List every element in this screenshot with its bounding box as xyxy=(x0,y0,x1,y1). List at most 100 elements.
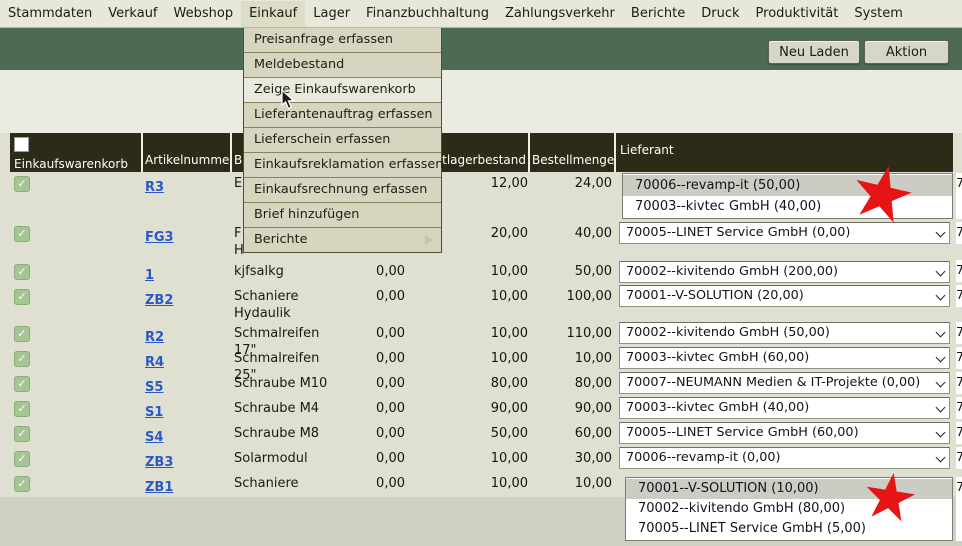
order-qty-cell: 10,00 xyxy=(530,472,616,546)
menu-item-label: Zeige Einkaufswarenkorb xyxy=(254,82,416,97)
menu-item-label: Einkaufsreklamation erfassen xyxy=(254,157,443,172)
clipped-edge-content: 70006--revamp-it (0,00) xyxy=(956,447,962,469)
supplier-option[interactable]: 70001--V-SOLUTION (10,00) xyxy=(626,479,952,499)
row-checkbox[interactable]: ✓ xyxy=(14,176,30,192)
supplier-select-value: 70003--kivtec GmbH (40,00) xyxy=(626,400,809,415)
menu-item-einkaufsreklamation-erfassen[interactable]: Einkaufsreklamation erfassen xyxy=(244,153,441,178)
supplier-select[interactable]: 70005--LINET Service GmbH (0,00) xyxy=(619,222,950,244)
description-line: Schraube M10 xyxy=(234,375,330,392)
supplier-option[interactable]: 70006--revamp-it (50,00) xyxy=(623,175,952,196)
supplier-select[interactable]: 70003--kivtec GmbH (40,00) xyxy=(619,397,950,419)
menubar-item-berichte[interactable]: Berichte xyxy=(623,1,693,27)
supplier-select[interactable]: 70001--V-SOLUTION (20,00) xyxy=(619,285,950,307)
chevron-down-icon xyxy=(936,328,946,338)
menubar-item-stammdaten[interactable]: Stammdaten xyxy=(0,1,100,27)
description-line: Schaniere xyxy=(234,288,330,305)
clipped-edge-content: 70002--kivitendo GmbH (200,00) xyxy=(956,260,962,282)
row-checkbox[interactable]: ✓ xyxy=(14,226,30,242)
clipped-edge-content: 70001--V-SOLUTION (20,00) xyxy=(956,285,962,307)
col-lieferant: Lieferant xyxy=(616,133,953,172)
menubar-item-lager[interactable]: Lager xyxy=(305,1,358,27)
menu-item-berichte[interactable]: Berichte xyxy=(244,228,441,252)
menubar-item-webshop[interactable]: Webshop xyxy=(166,1,242,27)
supplier-select[interactable]: 70007--NEUMANN Medien & IT-Projekte (0,0… xyxy=(619,372,950,394)
row-checkbox[interactable]: ✓ xyxy=(14,401,30,417)
submenu-arrow-icon xyxy=(425,235,433,245)
menubar-item-finanzbuchhaltung[interactable]: Finanzbuchhaltung xyxy=(358,1,497,27)
row-checkbox[interactable]: ✓ xyxy=(14,451,30,467)
order-qty-cell: 24,00 xyxy=(530,172,616,222)
menubar-item-zahlungsverkehr[interactable]: Zahlungsverkehr xyxy=(497,1,623,27)
supplier-open-list[interactable]: 70001--V-SOLUTION (10,00)70002--kivitend… xyxy=(625,477,953,541)
article-link[interactable]: FG3 xyxy=(145,230,174,245)
menubar-item-einkauf[interactable]: Einkauf xyxy=(241,1,305,27)
description-cell: Solarmodul xyxy=(232,447,330,472)
menu-item-label: Einkaufsrechnung erfassen xyxy=(254,182,427,197)
supplier-select[interactable]: 70005--LINET Service GmbH (60,00) xyxy=(619,422,950,444)
supplier-open-list[interactable]: 70006--revamp-it (50,00)70003--kivtec Gm… xyxy=(622,173,953,219)
article-link[interactable]: R3 xyxy=(145,180,164,195)
menubar-item-produktivität[interactable]: Produktivität xyxy=(748,1,847,27)
reload-button[interactable]: Neu Laden xyxy=(768,40,860,64)
supplier-select[interactable]: 70003--kivtec GmbH (60,00) xyxy=(619,347,950,369)
action-button[interactable]: Aktion xyxy=(864,40,949,64)
select-all-checkbox[interactable] xyxy=(14,137,29,152)
supplier-cell: 70005--LINET Service GmbH (0,00) xyxy=(616,222,953,260)
description-line: Schaniere xyxy=(234,475,330,492)
cart-cell: ✓ xyxy=(10,222,143,260)
row-checkbox[interactable]: ✓ xyxy=(14,351,30,367)
stock-cell: 80,00 xyxy=(410,372,530,397)
menu-item-lieferantenauftrag-erfassen[interactable]: Lieferantenauftrag erfassen xyxy=(244,103,441,128)
chevron-down-icon xyxy=(936,403,946,413)
supplier-option[interactable]: 70002--kivitendo GmbH (80,00) xyxy=(626,499,952,519)
supplier-option[interactable]: 70005--LINET Service GmbH (5,00) xyxy=(626,519,952,539)
menu-item-lieferschein-erfassen[interactable]: Lieferschein erfassen xyxy=(244,128,441,153)
menu-item-meldebestand[interactable]: Meldebestand xyxy=(244,53,441,78)
menu-item-preisanfrage-erfassen[interactable]: Preisanfrage erfassen xyxy=(244,28,441,53)
supplier-cell: 70001--V-SOLUTION (10,00)70002--kivitend… xyxy=(616,472,953,546)
stock-cell: 90,00 xyxy=(410,397,530,422)
row-checkbox[interactable]: ✓ xyxy=(14,264,30,280)
menu-item-brief-hinzufügen[interactable]: Brief hinzufügen xyxy=(244,203,441,228)
menubar-item-verkauf[interactable]: Verkauf xyxy=(100,1,165,27)
table-row: ✓ZB3Solarmodul0,0010,0030,0070006--revam… xyxy=(0,447,962,472)
supplier-select[interactable]: 70006--revamp-it (0,00) xyxy=(619,447,950,469)
chevron-down-icon xyxy=(936,267,946,277)
article-cell: FG3 xyxy=(143,222,232,260)
clipped-edge-content: 70003--kivtec GmbH (60,00) xyxy=(956,347,962,369)
description-line: Schraube M4 xyxy=(234,400,330,417)
clipped-edge-content: 70006--revamp-it (50,00) xyxy=(956,173,962,219)
article-link[interactable]: S1 xyxy=(145,405,163,420)
report-stock-cell: 0,00 xyxy=(330,472,410,546)
row-checkbox[interactable]: ✓ xyxy=(14,426,30,442)
menubar-item-system[interactable]: System xyxy=(846,1,910,27)
row-checkbox[interactable]: ✓ xyxy=(14,376,30,392)
menu-item-label: Preisanfrage erfassen xyxy=(254,32,393,47)
article-cell: S4 xyxy=(143,422,232,447)
article-link[interactable]: R4 xyxy=(145,355,164,370)
article-link[interactable]: ZB1 xyxy=(145,480,173,495)
stock-cell: 10,00 xyxy=(410,347,530,372)
menubar-item-druck[interactable]: Druck xyxy=(693,1,747,27)
supplier-option[interactable]: 70003--kivtec GmbH (40,00) xyxy=(623,196,952,217)
row-checkbox[interactable]: ✓ xyxy=(14,289,30,305)
article-link[interactable]: S4 xyxy=(145,430,163,445)
article-link[interactable]: 1 xyxy=(145,268,154,283)
clipped-edge-content: 70003--kivtec GmbH (40,00) xyxy=(956,397,962,419)
clipped-edge-content: 70005--LINET Service GmbH (60,00) xyxy=(956,422,962,444)
article-link[interactable]: ZB2 xyxy=(145,293,173,308)
menu-item-einkaufsrechnung-erfassen[interactable]: Einkaufsrechnung erfassen xyxy=(244,178,441,203)
row-checkbox[interactable]: ✓ xyxy=(14,326,30,342)
article-link[interactable]: ZB3 xyxy=(145,455,173,470)
description-cell: Schmalreifen 17" xyxy=(232,322,330,347)
table-row: ✓S4Schraube M80,0050,0060,0070005--LINET… xyxy=(0,422,962,447)
supplier-select-value: 70002--kivitendo GmbH (50,00) xyxy=(626,325,830,340)
row-checkbox[interactable]: ✓ xyxy=(14,476,30,492)
article-link[interactable]: R2 xyxy=(145,330,164,345)
report-stock-cell: 0,00 xyxy=(330,347,410,372)
menu-item-zeige-einkaufswarenkorb[interactable]: Zeige Einkaufswarenkorb xyxy=(244,78,441,103)
supplier-select[interactable]: 70002--kivitendo GmbH (200,00) xyxy=(619,261,950,283)
table-row: ✓R4Schmalreifen 25"0,0010,0010,0070003--… xyxy=(0,347,962,372)
supplier-select[interactable]: 70002--kivitendo GmbH (50,00) xyxy=(619,322,950,344)
article-link[interactable]: S5 xyxy=(145,380,163,395)
